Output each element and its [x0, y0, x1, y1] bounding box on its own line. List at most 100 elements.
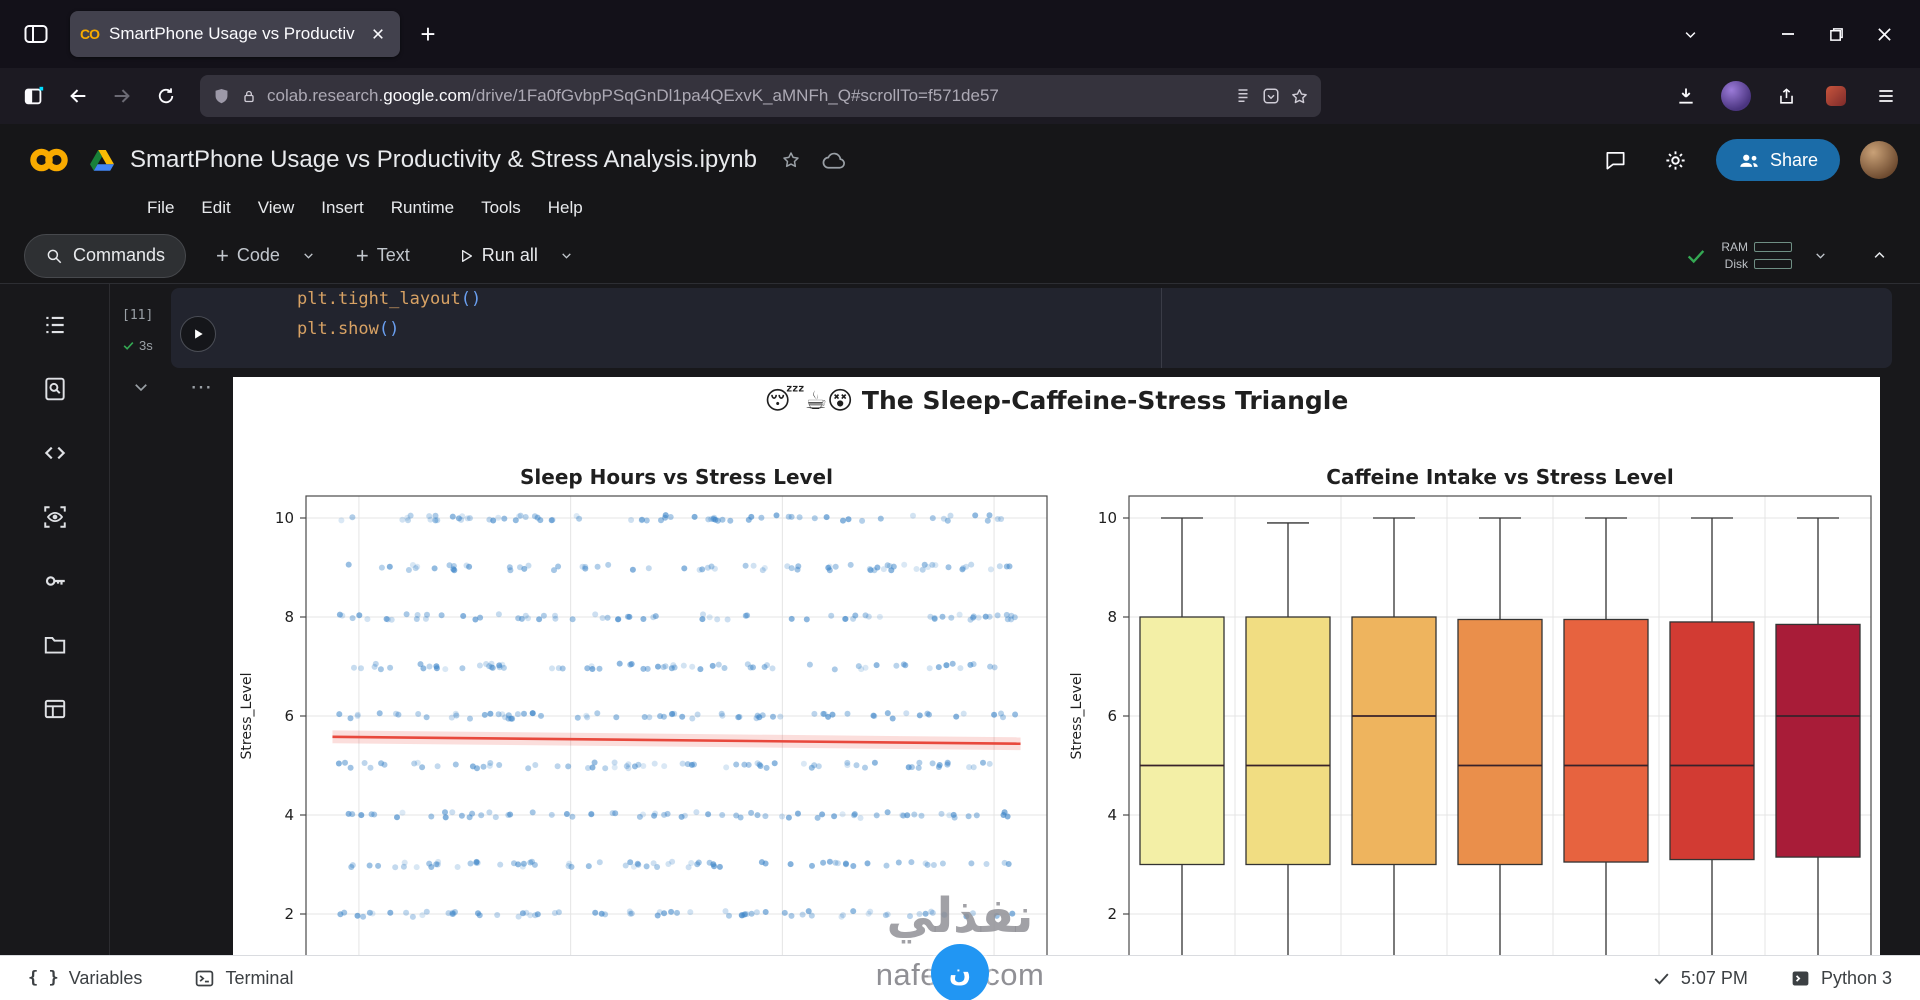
sidebar-item-inspector[interactable]: [40, 502, 70, 532]
commands-label: Commands: [73, 245, 166, 265]
firefox-view-icon[interactable]: [16, 14, 56, 54]
star-icon[interactable]: [771, 140, 811, 180]
check-icon: [122, 339, 135, 352]
code-editor[interactable]: plt.tight_layout() plt.show(): [297, 288, 481, 344]
svg-text:8: 8: [284, 608, 294, 626]
run-all-button[interactable]: Run all: [448, 236, 548, 276]
svg-text:8: 8: [1107, 608, 1117, 626]
menu-icon[interactable]: [1866, 76, 1906, 116]
cloud-icon[interactable]: [815, 140, 855, 180]
menu-item-edit[interactable]: Edit: [201, 198, 230, 218]
minimize-button[interactable]: [1768, 14, 1808, 54]
main-area: [11] 3s plt.tight_layout() plt.show() ⋯ 😴…: [0, 284, 1920, 955]
chart-title-scatter: Sleep Hours vs Stress Level: [520, 465, 833, 489]
kernel-icon: [1790, 968, 1811, 989]
svg-text:Stress_Level: Stress_Level: [239, 673, 255, 760]
svg-text:2: 2: [284, 905, 294, 923]
plus-icon: +: [216, 242, 229, 268]
code-cell[interactable]: plt.tight_layout() plt.show(): [171, 288, 1892, 368]
back-button[interactable]: [58, 76, 98, 116]
run-cell-button[interactable]: [180, 316, 216, 352]
code-line[interactable]: plt.tight_layout(): [297, 288, 481, 314]
chart-title-box: Caffeine Intake vs Stress Level: [1326, 465, 1674, 489]
resources-gauges[interactable]: RAM Disk: [1721, 240, 1792, 271]
disk-gauge: [1754, 259, 1792, 269]
reader-mode-icon[interactable]: [1234, 87, 1252, 105]
new-tab-button[interactable]: +: [408, 14, 448, 54]
sidebar-item-secrets-key[interactable]: [40, 566, 70, 596]
browser-tab-bar: CO SmartPhone Usage vs Productiv +: [0, 0, 1920, 68]
disk-label: Disk: [1724, 257, 1748, 271]
profile-avatar[interactable]: [1716, 76, 1756, 116]
sidebar-item-find-replace[interactable]: [40, 374, 70, 404]
share-label: Share: [1769, 149, 1818, 170]
svg-text:4: 4: [284, 806, 294, 824]
search-icon: [45, 247, 63, 265]
forward-button: [102, 76, 142, 116]
svg-text:6: 6: [1107, 707, 1117, 725]
exec-count: [11]: [122, 308, 154, 323]
tabs-list-icon[interactable]: [1670, 14, 1710, 54]
svg-text:4: 4: [1107, 806, 1117, 824]
commands-button[interactable]: Commands: [24, 233, 187, 278]
notebook-title[interactable]: SmartPhone Usage vs Productivity & Stres…: [130, 146, 757, 174]
shield-icon[interactable]: [212, 86, 231, 107]
braces-icon: { }: [28, 968, 59, 988]
variables-button[interactable]: { } Variables: [28, 968, 142, 989]
extension-icon[interactable]: [1816, 76, 1856, 116]
terminal-button[interactable]: Terminal: [194, 968, 293, 989]
drive-icon: [90, 149, 114, 171]
maximize-button[interactable]: [1816, 14, 1856, 54]
user-avatar[interactable]: [1860, 141, 1898, 179]
sidebar-item-table-of-contents[interactable]: [40, 310, 70, 340]
tab-title: SmartPhone Usage vs Productiv: [109, 24, 355, 43]
share-button[interactable]: Share: [1715, 139, 1840, 181]
url-bar[interactable]: colab.research.google.com/drive/1Fa0fGvb…: [200, 75, 1321, 117]
reload-button[interactable]: [146, 76, 186, 116]
bookmark-star-icon[interactable]: [1290, 87, 1309, 106]
tab-close-icon[interactable]: [366, 22, 390, 46]
svg-text:2: 2: [1107, 905, 1117, 923]
ram-gauge: [1754, 242, 1792, 252]
browser-tab[interactable]: CO SmartPhone Usage vs Productiv: [70, 11, 400, 57]
status-time: 5:07 PM: [1680, 967, 1748, 988]
comment-icon[interactable]: [1596, 140, 1636, 180]
add-text-button[interactable]: + Text: [346, 236, 420, 276]
play-icon: [458, 248, 474, 264]
window-icon[interactable]: [14, 76, 54, 116]
output-collapse-icon[interactable]: [132, 378, 150, 396]
svg-text:Stress_Level: Stress_Level: [1069, 673, 1085, 760]
settings-gear-icon[interactable]: [1656, 140, 1696, 180]
menu-item-runtime[interactable]: Runtime: [391, 198, 454, 218]
kernel-label[interactable]: Python 3: [1821, 968, 1892, 989]
menu-item-tools[interactable]: Tools: [481, 198, 521, 218]
figure-suptitle: 😴☕😵 The Sleep-Caffeine-Stress Triangle: [764, 386, 1349, 415]
colab-toolbar: Commands + Code + Text Run all RAM Disk: [0, 228, 1920, 284]
chevron-down-icon[interactable]: [554, 236, 580, 276]
ram-label: RAM: [1721, 240, 1748, 254]
url-text[interactable]: colab.research.google.com/drive/1Fa0fGvb…: [267, 86, 1224, 106]
menu-item-view[interactable]: View: [258, 198, 295, 218]
colab-logo[interactable]: [22, 145, 76, 175]
share-icon[interactable]: [1766, 76, 1806, 116]
sidebar-item-code-snippets[interactable]: [40, 438, 70, 468]
svg-text:6: 6: [284, 707, 294, 725]
chevron-down-icon[interactable]: [296, 236, 322, 276]
menu-item-insert[interactable]: Insert: [321, 198, 364, 218]
output-menu-icon[interactable]: ⋯: [190, 374, 214, 400]
resources-dropdown-icon[interactable]: [1806, 236, 1834, 276]
connection-check-icon: [1685, 245, 1707, 267]
save-page-icon[interactable]: [1262, 87, 1280, 105]
menu-item-file[interactable]: File: [147, 198, 174, 218]
add-code-button[interactable]: + Code: [206, 236, 290, 276]
collapse-icon[interactable]: [1862, 236, 1896, 276]
menu-item-help[interactable]: Help: [548, 198, 583, 218]
sidebar-item-data-table[interactable]: [40, 694, 70, 724]
close-button[interactable]: [1864, 14, 1904, 54]
code-line[interactable]: plt.show(): [297, 314, 481, 344]
sidebar-item-files-folder[interactable]: [40, 630, 70, 660]
lock-icon[interactable]: [241, 87, 257, 106]
scatter-plot: 2 4 6 8 10 Stress_Level: [239, 495, 1048, 955]
downloads-icon[interactable]: [1666, 76, 1706, 116]
terminal-icon: [194, 968, 215, 989]
